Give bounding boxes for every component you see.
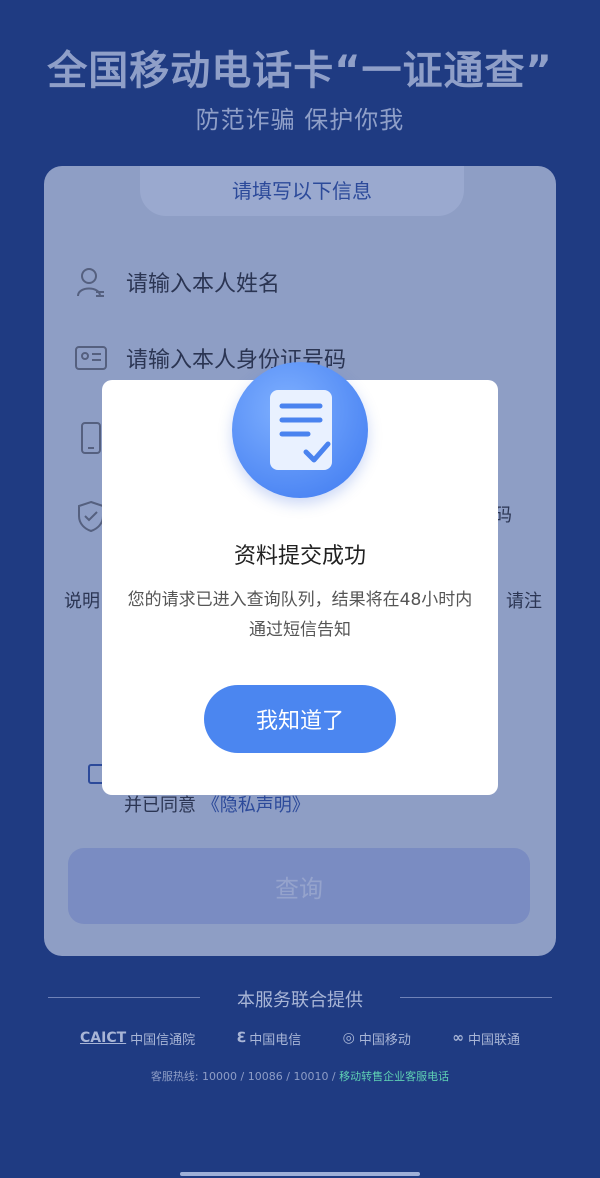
page: 全国移动电话卡“一证通查” 防范诈骗 保护你我 请填写以下信息 请输入本人姓名 … — [0, 0, 600, 1178]
modal-title: 资料提交成功 — [233, 544, 366, 569]
document-check-icon — [232, 362, 368, 498]
acknowledge-button[interactable]: 我知道了 — [204, 685, 396, 753]
success-modal: 资料提交成功 您的请求已进入查询队列，结果将在48小时内通过短信告知 我知道了 — [102, 362, 498, 795]
modal-message: 您的请求已进入查询队列，结果将在48小时内通过短信告知 — [127, 590, 473, 640]
